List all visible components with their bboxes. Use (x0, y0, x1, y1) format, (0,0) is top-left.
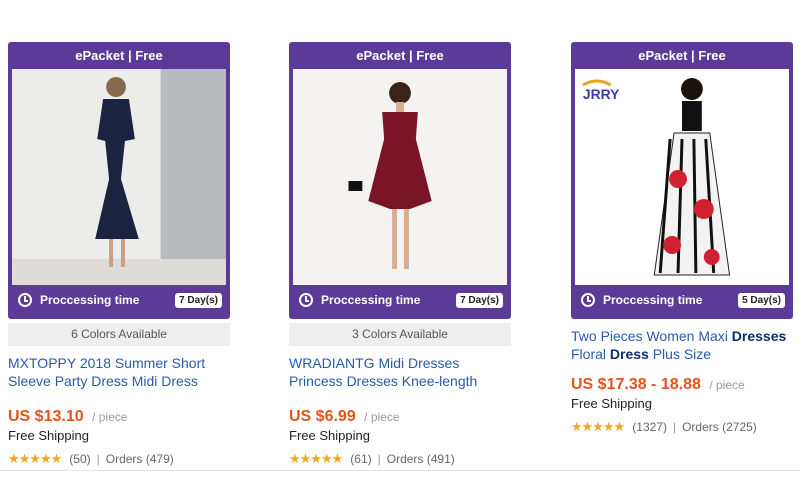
shipping-info: Free Shipping (571, 396, 652, 411)
processing-time-label: Proccessing time (321, 293, 421, 307)
price: US $13.10 (8, 408, 84, 425)
processing-days-badge: 7 Day(s) (456, 292, 503, 308)
processing-days-badge: 5 Day(s) (738, 292, 785, 308)
star-rating-icon: ★★★★★ (8, 451, 62, 466)
product-image[interactable] (293, 69, 507, 285)
price: US $17.38 - 18.88 (571, 376, 701, 393)
separator: | (672, 420, 677, 434)
burgundy-dress-illustration (293, 69, 507, 285)
product-card[interactable]: ePacket | Free JRRY Proccessing time 5 D… (571, 42, 793, 435)
product-frame: ePacket | Free JRRY Proccessing time 5 D… (571, 42, 793, 319)
shipping-info: Free Shipping (289, 428, 370, 443)
orders-count: Orders (491) (386, 452, 455, 466)
product-card[interactable]: ePacket | Free Proccessing time 7 Day(s)… (8, 42, 230, 467)
star-rating-icon: ★★★★★ (571, 419, 625, 434)
separator: | (96, 452, 100, 466)
price: US $6.99 (289, 408, 356, 425)
price-row: US $13.10 / piece (8, 408, 230, 426)
rating-count[interactable]: (1327) (632, 420, 667, 434)
price-row: US $6.99 / piece (289, 408, 511, 426)
clock-icon (299, 293, 313, 307)
product-image[interactable]: JRRY (575, 69, 789, 285)
product-title-link[interactable]: WRADIANTG Midi Dresses Princess Dresses … (289, 354, 511, 394)
rating-count[interactable]: (61) (350, 452, 371, 466)
title-part: Floral (571, 346, 610, 362)
colors-available[interactable]: 3 Colors Available (289, 323, 511, 346)
rating-count[interactable]: (50) (69, 452, 90, 466)
epacket-badge: ePacket | Free (638, 48, 726, 63)
divider (0, 470, 800, 471)
clock-icon (581, 293, 595, 307)
orders-count: Orders (2725) (682, 420, 757, 434)
product-title-link[interactable]: Two Pieces Women Maxi Dresses Floral Dre… (571, 327, 793, 367)
product-title-link[interactable]: MXTOPPY 2018 Summer Short Sleeve Party D… (8, 354, 230, 394)
navy-dress-illustration (12, 69, 226, 285)
epacket-badge: ePacket | Free (75, 48, 163, 63)
processing-time-bar: Proccessing time 7 Day(s) (293, 285, 507, 315)
price-row: US $17.38 - 18.88 / piece (571, 376, 793, 394)
price-unit: / piece (364, 410, 400, 424)
price-unit: / piece (709, 378, 745, 392)
title-keyword: Dress (609, 346, 649, 362)
processing-time-bar: Proccessing time 5 Day(s) (575, 285, 789, 315)
separator: | (377, 452, 381, 466)
shipping-info: Free Shipping (8, 428, 89, 443)
colors-available[interactable]: 6 Colors Available (8, 323, 230, 346)
title-part: Two Pieces Women Maxi (571, 328, 732, 344)
product-frame: ePacket | Free Proccessing time 7 Day(s) (8, 42, 230, 319)
floral-skirt-illustration: JRRY (575, 69, 789, 285)
processing-time-label: Proccessing time (603, 293, 703, 307)
epacket-badge: ePacket | Free (356, 48, 444, 63)
title-line: Sleeve Party Dress Midi Dress (8, 373, 198, 389)
jrry-logo: JRRY (583, 86, 620, 102)
rating-row: ★★★★★ (61) | Orders (491) (289, 451, 511, 467)
processing-time-bar: Proccessing time 7 Day(s) (12, 285, 226, 315)
title-keyword: Dresses (731, 328, 787, 344)
product-frame: ePacket | Free Proccessing time 7 Day(s) (289, 42, 511, 319)
title-line: MXTOPPY 2018 Summer Short (8, 355, 206, 371)
rating-row: ★★★★★ (1327) | Orders (2725) (571, 419, 793, 435)
title-part: Plus Size (648, 346, 712, 362)
product-card[interactable]: ePacket | Free Proccessing time 7 Day(s)… (289, 42, 511, 467)
title-line: WRADIANTG Midi Dresses (289, 355, 460, 371)
rating-row: ★★★★★ (50) | Orders (479) (8, 451, 230, 467)
title-line: Princess Dresses Knee-length (289, 373, 478, 389)
clock-icon (18, 293, 32, 307)
orders-count: Orders (479) (105, 452, 174, 466)
processing-days-badge: 7 Day(s) (175, 292, 222, 308)
product-image[interactable] (12, 69, 226, 285)
star-rating-icon: ★★★★★ (289, 451, 343, 466)
price-unit: / piece (92, 410, 128, 424)
processing-time-label: Proccessing time (40, 293, 140, 307)
